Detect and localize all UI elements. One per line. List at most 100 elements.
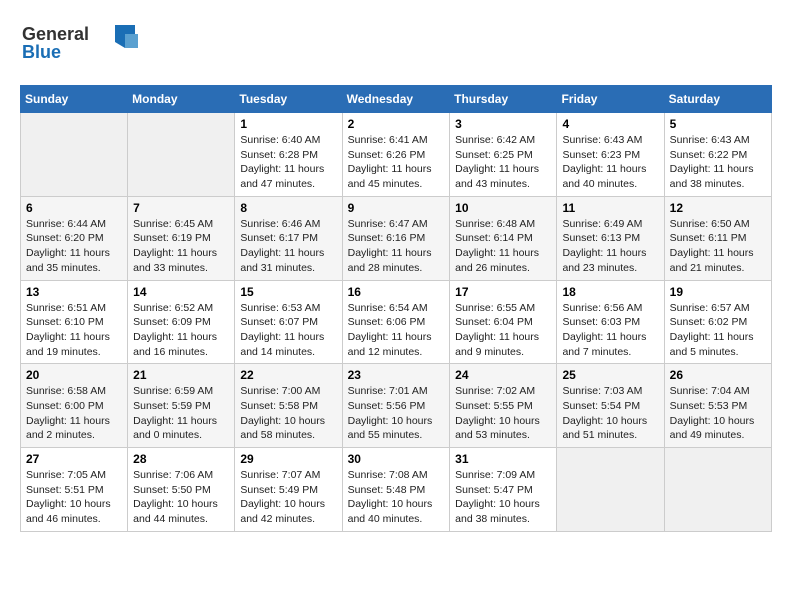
cell-1-2: 8Sunrise: 6:46 AMSunset: 6:17 PMDaylight… <box>235 196 342 280</box>
day-number: 2 <box>348 117 445 131</box>
week-row-3: 13 Sunrise: 6:51 AMSunset: 6:10 PMDayligh… <box>21 280 772 364</box>
cell-details: Sunrise: 7:05 AMSunset: 5:51 PMDaylight:… <box>26 468 122 527</box>
cell-0-0 <box>21 113 128 197</box>
day-number: 27 <box>26 452 122 466</box>
header-monday: Monday <box>128 86 235 113</box>
cell-4-5 <box>557 448 664 532</box>
cell-3-4: 24 Sunrise: 7:02 AMSunset: 5:55 PMDayligh… <box>450 364 557 448</box>
cell-details: Sunrise: 6:43 AMSunset: 6:23 PMDaylight:… <box>562 133 658 192</box>
cell-1-3: 9 Sunrise: 6:47 AMSunset: 6:16 PMDaylight… <box>342 196 450 280</box>
cell-details: Sunrise: 6:42 AMSunset: 6:25 PMDaylight:… <box>455 133 551 192</box>
cell-details: Sunrise: 7:09 AMSunset: 5:47 PMDaylight:… <box>455 468 551 527</box>
cell-details: Sunrise: 6:50 AMSunset: 6:11 PMDaylight:… <box>670 217 766 276</box>
cell-2-4: 17 Sunrise: 6:55 AMSunset: 6:04 PMDayligh… <box>450 280 557 364</box>
day-number: 17 <box>455 285 551 299</box>
day-number: 28 <box>133 452 229 466</box>
header-thursday: Thursday <box>450 86 557 113</box>
cell-details: Sunrise: 6:47 AMSunset: 6:16 PMDaylight:… <box>348 217 445 276</box>
cell-details: Sunrise: 7:02 AMSunset: 5:55 PMDaylight:… <box>455 384 551 443</box>
day-number: 16 <box>348 285 445 299</box>
cell-2-2: 15 Sunrise: 6:53 AMSunset: 6:07 PMDayligh… <box>235 280 342 364</box>
cell-details: Sunrise: 7:06 AMSunset: 5:50 PMDaylight:… <box>133 468 229 527</box>
cell-3-5: 25Sunrise: 7:03 AMSunset: 5:54 PMDayligh… <box>557 364 664 448</box>
cell-4-2: 29Sunrise: 7:07 AMSunset: 5:49 PMDayligh… <box>235 448 342 532</box>
cell-1-0: 6Sunrise: 6:44 AMSunset: 6:20 PMDaylight… <box>21 196 128 280</box>
cell-details: Sunrise: 7:07 AMSunset: 5:49 PMDaylight:… <box>240 468 336 527</box>
svg-text:General: General <box>22 24 89 44</box>
cell-0-4: 3 Sunrise: 6:42 AMSunset: 6:25 PMDaylight… <box>450 113 557 197</box>
day-number: 11 <box>562 201 658 215</box>
header-wednesday: Wednesday <box>342 86 450 113</box>
cell-details: Sunrise: 6:57 AMSunset: 6:02 PMDaylight:… <box>670 301 766 360</box>
day-number: 8 <box>240 201 336 215</box>
day-number: 21 <box>133 368 229 382</box>
cell-3-3: 23Sunrise: 7:01 AMSunset: 5:56 PMDayligh… <box>342 364 450 448</box>
day-number: 14 <box>133 285 229 299</box>
cell-2-3: 16 Sunrise: 6:54 AMSunset: 6:06 PMDayligh… <box>342 280 450 364</box>
cell-2-0: 13 Sunrise: 6:51 AMSunset: 6:10 PMDayligh… <box>21 280 128 364</box>
day-number: 24 <box>455 368 551 382</box>
day-number: 15 <box>240 285 336 299</box>
cell-details: Sunrise: 6:53 AMSunset: 6:07 PMDaylight:… <box>240 301 336 360</box>
cell-details: Sunrise: 6:48 AMSunset: 6:14 PMDaylight:… <box>455 217 551 276</box>
logo-text: General Blue <box>20 20 150 69</box>
week-row-1: 1 Sunrise: 6:40 AMSunset: 6:28 PMDaylight… <box>21 113 772 197</box>
cell-details: Sunrise: 6:56 AMSunset: 6:03 PMDaylight:… <box>562 301 658 360</box>
day-number: 1 <box>240 117 336 131</box>
day-number: 12 <box>670 201 766 215</box>
cell-2-5: 18 Sunrise: 6:56 AMSunset: 6:03 PMDayligh… <box>557 280 664 364</box>
week-row-4: 20Sunrise: 6:58 AMSunset: 6:00 PMDayligh… <box>21 364 772 448</box>
day-number: 22 <box>240 368 336 382</box>
day-number: 4 <box>562 117 658 131</box>
cell-3-0: 20Sunrise: 6:58 AMSunset: 6:00 PMDayligh… <box>21 364 128 448</box>
cell-details: Sunrise: 6:59 AMSunset: 5:59 PMDaylight:… <box>133 384 229 443</box>
cell-0-5: 4 Sunrise: 6:43 AMSunset: 6:23 PMDaylight… <box>557 113 664 197</box>
cell-details: Sunrise: 7:00 AMSunset: 5:58 PMDaylight:… <box>240 384 336 443</box>
cell-1-5: 11 Sunrise: 6:49 AMSunset: 6:13 PMDayligh… <box>557 196 664 280</box>
logo-svg: General Blue <box>20 20 150 64</box>
cell-details: Sunrise: 6:51 AMSunset: 6:10 PMDaylight:… <box>26 301 122 360</box>
day-number: 20 <box>26 368 122 382</box>
day-number: 5 <box>670 117 766 131</box>
cell-2-1: 14 Sunrise: 6:52 AMSunset: 6:09 PMDayligh… <box>128 280 235 364</box>
cell-3-6: 26Sunrise: 7:04 AMSunset: 5:53 PMDayligh… <box>664 364 771 448</box>
cell-details: Sunrise: 6:52 AMSunset: 6:09 PMDaylight:… <box>133 301 229 360</box>
cell-details: Sunrise: 6:43 AMSunset: 6:22 PMDaylight:… <box>670 133 766 192</box>
logo: General Blue <box>20 20 150 69</box>
cell-3-1: 21 Sunrise: 6:59 AMSunset: 5:59 PMDayligh… <box>128 364 235 448</box>
cell-2-6: 19Sunrise: 6:57 AMSunset: 6:02 PMDayligh… <box>664 280 771 364</box>
header-sunday: Sunday <box>21 86 128 113</box>
page-header: General Blue <box>20 20 772 69</box>
calendar-table: SundayMondayTuesdayWednesdayThursdayFrid… <box>20 85 772 532</box>
cell-4-1: 28 Sunrise: 7:06 AMSunset: 5:50 PMDayligh… <box>128 448 235 532</box>
cell-0-6: 5 Sunrise: 6:43 AMSunset: 6:22 PMDaylight… <box>664 113 771 197</box>
cell-0-3: 2 Sunrise: 6:41 AMSunset: 6:26 PMDaylight… <box>342 113 450 197</box>
day-number: 9 <box>348 201 445 215</box>
day-number: 6 <box>26 201 122 215</box>
cell-details: Sunrise: 6:41 AMSunset: 6:26 PMDaylight:… <box>348 133 445 192</box>
day-number: 7 <box>133 201 229 215</box>
cell-1-6: 12 Sunrise: 6:50 AMSunset: 6:11 PMDayligh… <box>664 196 771 280</box>
cell-0-1 <box>128 113 235 197</box>
cell-4-6 <box>664 448 771 532</box>
cell-0-2: 1 Sunrise: 6:40 AMSunset: 6:28 PMDaylight… <box>235 113 342 197</box>
cell-4-4: 31 Sunrise: 7:09 AMSunset: 5:47 PMDayligh… <box>450 448 557 532</box>
cell-details: Sunrise: 7:03 AMSunset: 5:54 PMDaylight:… <box>562 384 658 443</box>
week-row-2: 6Sunrise: 6:44 AMSunset: 6:20 PMDaylight… <box>21 196 772 280</box>
cell-details: Sunrise: 7:01 AMSunset: 5:56 PMDaylight:… <box>348 384 445 443</box>
day-number: 18 <box>562 285 658 299</box>
cell-details: Sunrise: 6:54 AMSunset: 6:06 PMDaylight:… <box>348 301 445 360</box>
header-friday: Friday <box>557 86 664 113</box>
cell-4-3: 30Sunrise: 7:08 AMSunset: 5:48 PMDayligh… <box>342 448 450 532</box>
cell-details: Sunrise: 7:08 AMSunset: 5:48 PMDaylight:… <box>348 468 445 527</box>
day-number: 3 <box>455 117 551 131</box>
cell-details: Sunrise: 6:55 AMSunset: 6:04 PMDaylight:… <box>455 301 551 360</box>
cell-4-0: 27 Sunrise: 7:05 AMSunset: 5:51 PMDayligh… <box>21 448 128 532</box>
cell-1-4: 10Sunrise: 6:48 AMSunset: 6:14 PMDayligh… <box>450 196 557 280</box>
day-number: 31 <box>455 452 551 466</box>
day-number: 13 <box>26 285 122 299</box>
cell-details: Sunrise: 6:40 AMSunset: 6:28 PMDaylight:… <box>240 133 336 192</box>
cell-details: Sunrise: 6:49 AMSunset: 6:13 PMDaylight:… <box>562 217 658 276</box>
header-saturday: Saturday <box>664 86 771 113</box>
cell-details: Sunrise: 7:04 AMSunset: 5:53 PMDaylight:… <box>670 384 766 443</box>
